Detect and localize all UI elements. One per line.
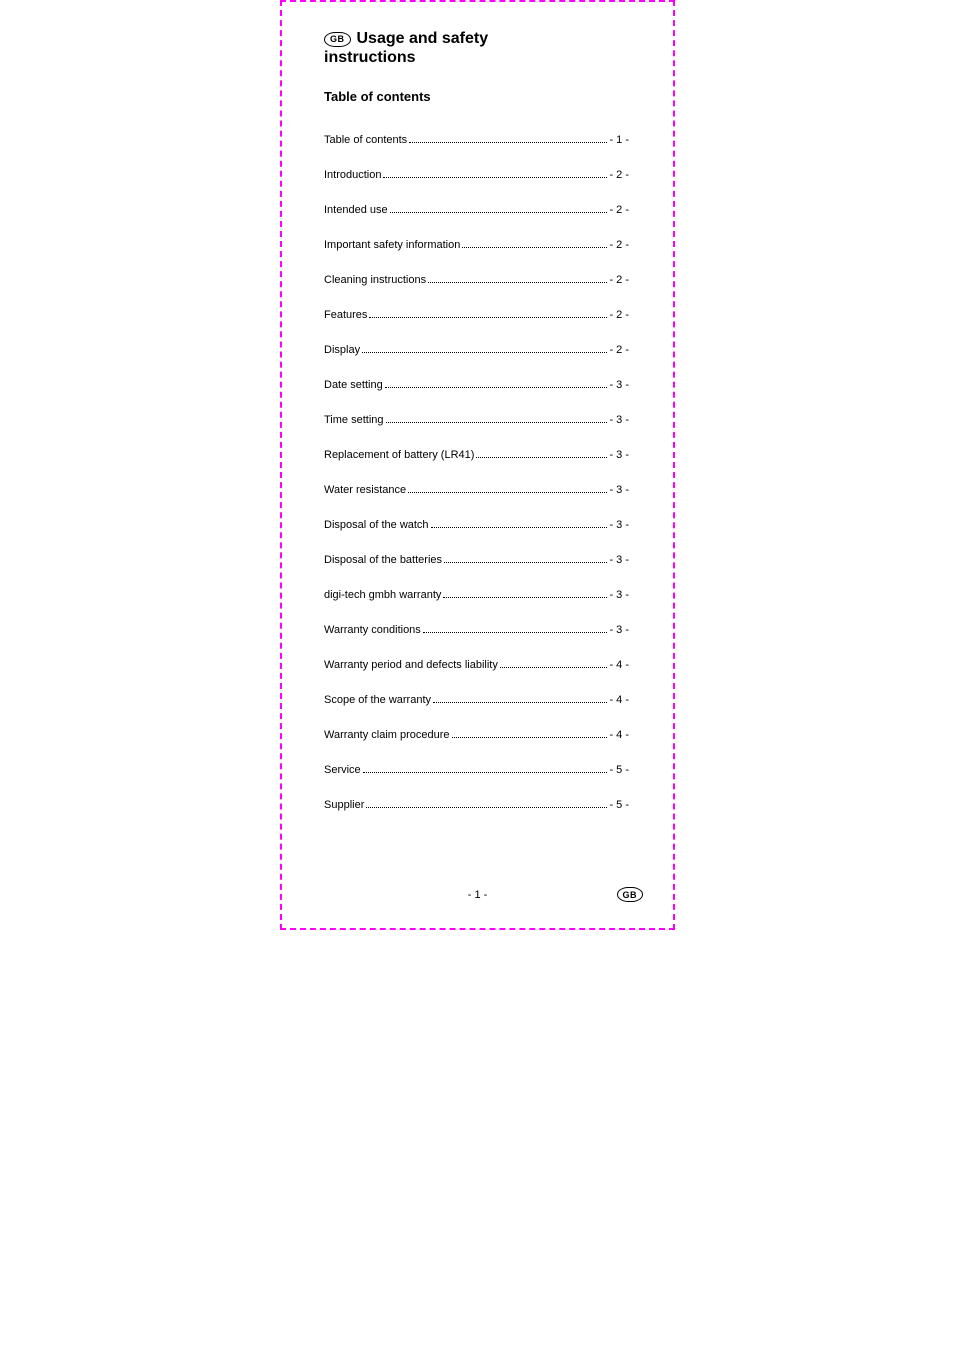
toc-row: Cleaning instructions - 2 -	[324, 274, 629, 286]
toc-page: - 3 -	[609, 414, 629, 426]
toc-page: - 2 -	[609, 274, 629, 286]
toc-page: - 3 -	[609, 484, 629, 496]
page-footer: - 1 - GB	[282, 887, 673, 902]
toc-page: - 4 -	[609, 694, 629, 706]
toc-label: Disposal of the batteries	[324, 554, 442, 566]
page-number: - 1 -	[282, 889, 673, 901]
toc-label: Water resistance	[324, 484, 406, 496]
toc-leader	[385, 381, 608, 388]
toc-label: Replacement of battery (LR41)	[324, 449, 474, 461]
toc-page: - 3 -	[609, 624, 629, 636]
title-text-2: instructions	[324, 49, 643, 67]
toc-leader	[363, 766, 608, 773]
toc-row: Disposal of the batteries - 3 -	[324, 554, 629, 566]
toc-leader	[423, 626, 608, 633]
toc-row: Warranty claim procedure - 4 -	[324, 729, 629, 741]
toc-label: Intended use	[324, 204, 388, 216]
toc-row: Warranty period and defects liability - 4…	[324, 659, 629, 671]
toc-page: - 1 -	[609, 134, 629, 146]
toc-label: Warranty conditions	[324, 624, 421, 636]
toc-label: Time setting	[324, 414, 384, 426]
toc-label: Table of contents	[324, 134, 407, 146]
toc-page: - 2 -	[609, 309, 629, 321]
toc-leader	[408, 486, 607, 493]
title-line-1: GB Usage and safety	[324, 30, 643, 48]
toc-label: Important safety information	[324, 239, 460, 251]
toc-row: Introduction - 2 -	[324, 169, 629, 181]
toc-label: digi-tech gmbh warranty	[324, 589, 441, 601]
toc-row: Warranty conditions - 3 -	[324, 624, 629, 636]
toc-label: Features	[324, 309, 367, 321]
toc-leader	[476, 451, 607, 458]
toc-row: Features - 2 -	[324, 309, 629, 321]
toc-leader	[383, 171, 607, 178]
toc-row: Intended use - 2 -	[324, 204, 629, 216]
toc-page: - 3 -	[609, 519, 629, 531]
toc-page: - 2 -	[609, 239, 629, 251]
toc-label: Introduction	[324, 169, 381, 181]
toc-label: Supplier	[324, 799, 364, 811]
toc-label: Display	[324, 344, 360, 356]
toc-page: - 4 -	[609, 659, 629, 671]
toc-leader	[390, 206, 608, 213]
toc-row: Table of contents - 1 -	[324, 134, 629, 146]
toc-page: - 2 -	[609, 204, 629, 216]
toc-leader	[433, 696, 607, 703]
toc-leader	[444, 556, 607, 563]
table-of-contents-heading: Table of contents	[324, 89, 643, 104]
toc-page: - 3 -	[609, 554, 629, 566]
toc-row: Replacement of battery (LR41) - 3 -	[324, 449, 629, 461]
toc-label: Warranty period and defects liability	[324, 659, 498, 671]
toc-row: Service - 5 -	[324, 764, 629, 776]
table-of-contents: Table of contents- 1 -Introduction- 2 -I…	[324, 134, 629, 811]
toc-row: digi-tech gmbh warranty - 3 -	[324, 589, 629, 601]
title-text-1: Usage and safety	[357, 30, 489, 48]
toc-row: Important safety information - 2 -	[324, 239, 629, 251]
toc-page: - 3 -	[609, 449, 629, 461]
toc-row: Time setting - 3 -	[324, 414, 629, 426]
country-badge-icon: GB	[324, 32, 351, 47]
toc-leader	[452, 731, 608, 738]
toc-leader	[409, 136, 607, 143]
toc-label: Service	[324, 764, 361, 776]
toc-page: - 5 -	[609, 764, 629, 776]
toc-leader	[428, 276, 607, 283]
toc-page: - 3 -	[609, 589, 629, 601]
toc-page: - 4 -	[609, 729, 629, 741]
document-page: GB Usage and safety instructions Table o…	[280, 0, 675, 930]
toc-leader	[366, 801, 607, 808]
toc-row: Water resistance - 3 -	[324, 484, 629, 496]
toc-leader	[386, 416, 608, 423]
toc-leader	[369, 311, 607, 318]
toc-row: Disposal of the watch - 3 -	[324, 519, 629, 531]
toc-label: Scope of the warranty	[324, 694, 431, 706]
toc-leader	[431, 521, 608, 528]
toc-page: - 5 -	[609, 799, 629, 811]
toc-label: Warranty claim procedure	[324, 729, 450, 741]
toc-row: Display - 2 -	[324, 344, 629, 356]
toc-row: Supplier - 5 -	[324, 799, 629, 811]
toc-page: - 3 -	[609, 379, 629, 391]
toc-leader	[443, 591, 607, 598]
toc-page: - 2 -	[609, 344, 629, 356]
toc-label: Disposal of the watch	[324, 519, 429, 531]
toc-label: Cleaning instructions	[324, 274, 426, 286]
toc-leader	[500, 661, 608, 668]
toc-leader	[462, 241, 607, 248]
toc-row: Scope of the warranty - 4 -	[324, 694, 629, 706]
toc-label: Date setting	[324, 379, 383, 391]
toc-row: Date setting - 3 -	[324, 379, 629, 391]
toc-leader	[362, 346, 607, 353]
toc-page: - 2 -	[609, 169, 629, 181]
